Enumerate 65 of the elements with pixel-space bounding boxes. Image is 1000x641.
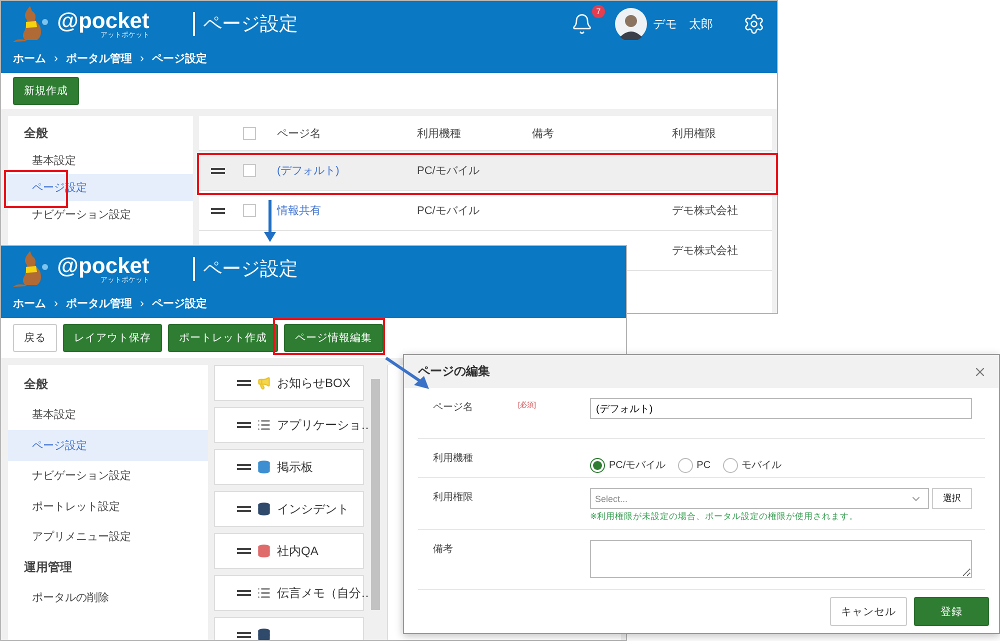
page-name-link[interactable]: (デフォルト) [277,163,417,178]
table-cell-text: PC/モバイル [417,164,480,178]
table-row[interactable]: (デフォルト) PC/モバイル [199,151,772,191]
portlet-card[interactable]: お知らせBOX [214,365,364,401]
action-button[interactable]: レイアウト保存 [63,324,162,352]
logo-text: @pocket [57,10,150,32]
column-header: 利用権限 [672,126,717,140]
radio-label: PC [696,460,711,471]
breadcrumb-separator: › [54,51,58,65]
portlet-card[interactable]: 社内QA [214,533,364,569]
select-button[interactable]: 選択 [932,488,972,510]
sidebar-item[interactable]: 基本設定 [8,147,193,174]
page-title: ページ設定 [203,13,298,37]
sidebar-heading: 運用管理 [23,558,73,576]
breadcrumb-link[interactable]: ポータル管理 [66,296,132,310]
table-cell-text: デモ株式会社 [672,244,739,258]
logo-text: @pocket [57,254,150,276]
breadcrumb-link[interactable]: ホーム [13,50,46,66]
field-label: ページ名 [433,401,474,416]
help-text: ※利用権限が未設定の場合、ポータル設定の権限が使用されます。 [590,511,860,524]
action-button[interactable]: ポートレット作成 [168,324,278,352]
field-label: 利用機種 [433,452,474,466]
notification-count: 7 [592,5,605,18]
portlet-card[interactable]: インシデント [214,491,364,527]
sidebar-heading: 全般 [23,125,49,142]
breadcrumb-separator: › [140,51,144,65]
table-cell-text: デモ株式会社 [672,204,739,218]
action-button[interactable]: 新規作成 [13,77,79,105]
sidebar-item[interactable]: ポートレット設定 [8,491,208,522]
sidebar-item[interactable]: 基本設定 [8,400,208,430]
sidebar-item[interactable]: ナビゲーション設定 [8,201,193,228]
breadcrumb-separator: › [140,296,144,310]
breadcrumb-separator: › [54,296,58,310]
portlet-title: インシデント [277,500,349,518]
input-field[interactable]: (デフォルト) [590,398,972,420]
sidebar-item[interactable]: アプリメニュー設定 [8,522,208,552]
sidebar-heading: 全般 [23,376,49,393]
breadcrumb-link[interactable]: ポータル管理 [66,50,132,66]
radio-label: モバイル [742,459,782,472]
submit-button[interactable]: 登録 [914,597,989,626]
field-label: 利用権限 [433,490,474,506]
dialog-title: ページの編集 [418,363,490,380]
column-header: 備考 [532,126,555,140]
cancel-button[interactable]: キャンセル [830,597,907,626]
portlet-title: 社内QA [277,542,318,560]
portlet-title: 掲示板 [277,458,313,476]
portlet-card[interactable]: 掲示板 [214,449,364,485]
breadcrumb-link[interactable]: ページ設定 [152,296,207,310]
column-header: ページ名 [277,126,322,140]
back-button[interactable]: 戻る [13,324,57,352]
column-header: 利用機種 [417,126,462,140]
user-name: デモ 太郎 [653,16,713,32]
sidebar-item[interactable]: ページ設定 [8,430,208,460]
breadcrumb-link[interactable]: ページ設定 [152,50,207,66]
action-button[interactable]: ページ情報編集 [284,324,383,352]
select-field[interactable]: Select... [590,488,929,510]
table-cell-text: PC/モバイル [417,204,480,218]
portlet-title: お知らせBOX [277,374,350,392]
sidebar-item[interactable]: ポータルの削除 [8,582,208,613]
radio-label: PC/モバイル [609,459,666,472]
page-title: ページ設定 [203,258,298,282]
page-name-link[interactable]: 情報共有 [277,203,417,218]
field-label: 備考 [433,542,454,558]
sidebar-item[interactable]: ナビゲーション設定 [8,460,208,491]
breadcrumb-link[interactable]: ホーム [13,296,46,310]
